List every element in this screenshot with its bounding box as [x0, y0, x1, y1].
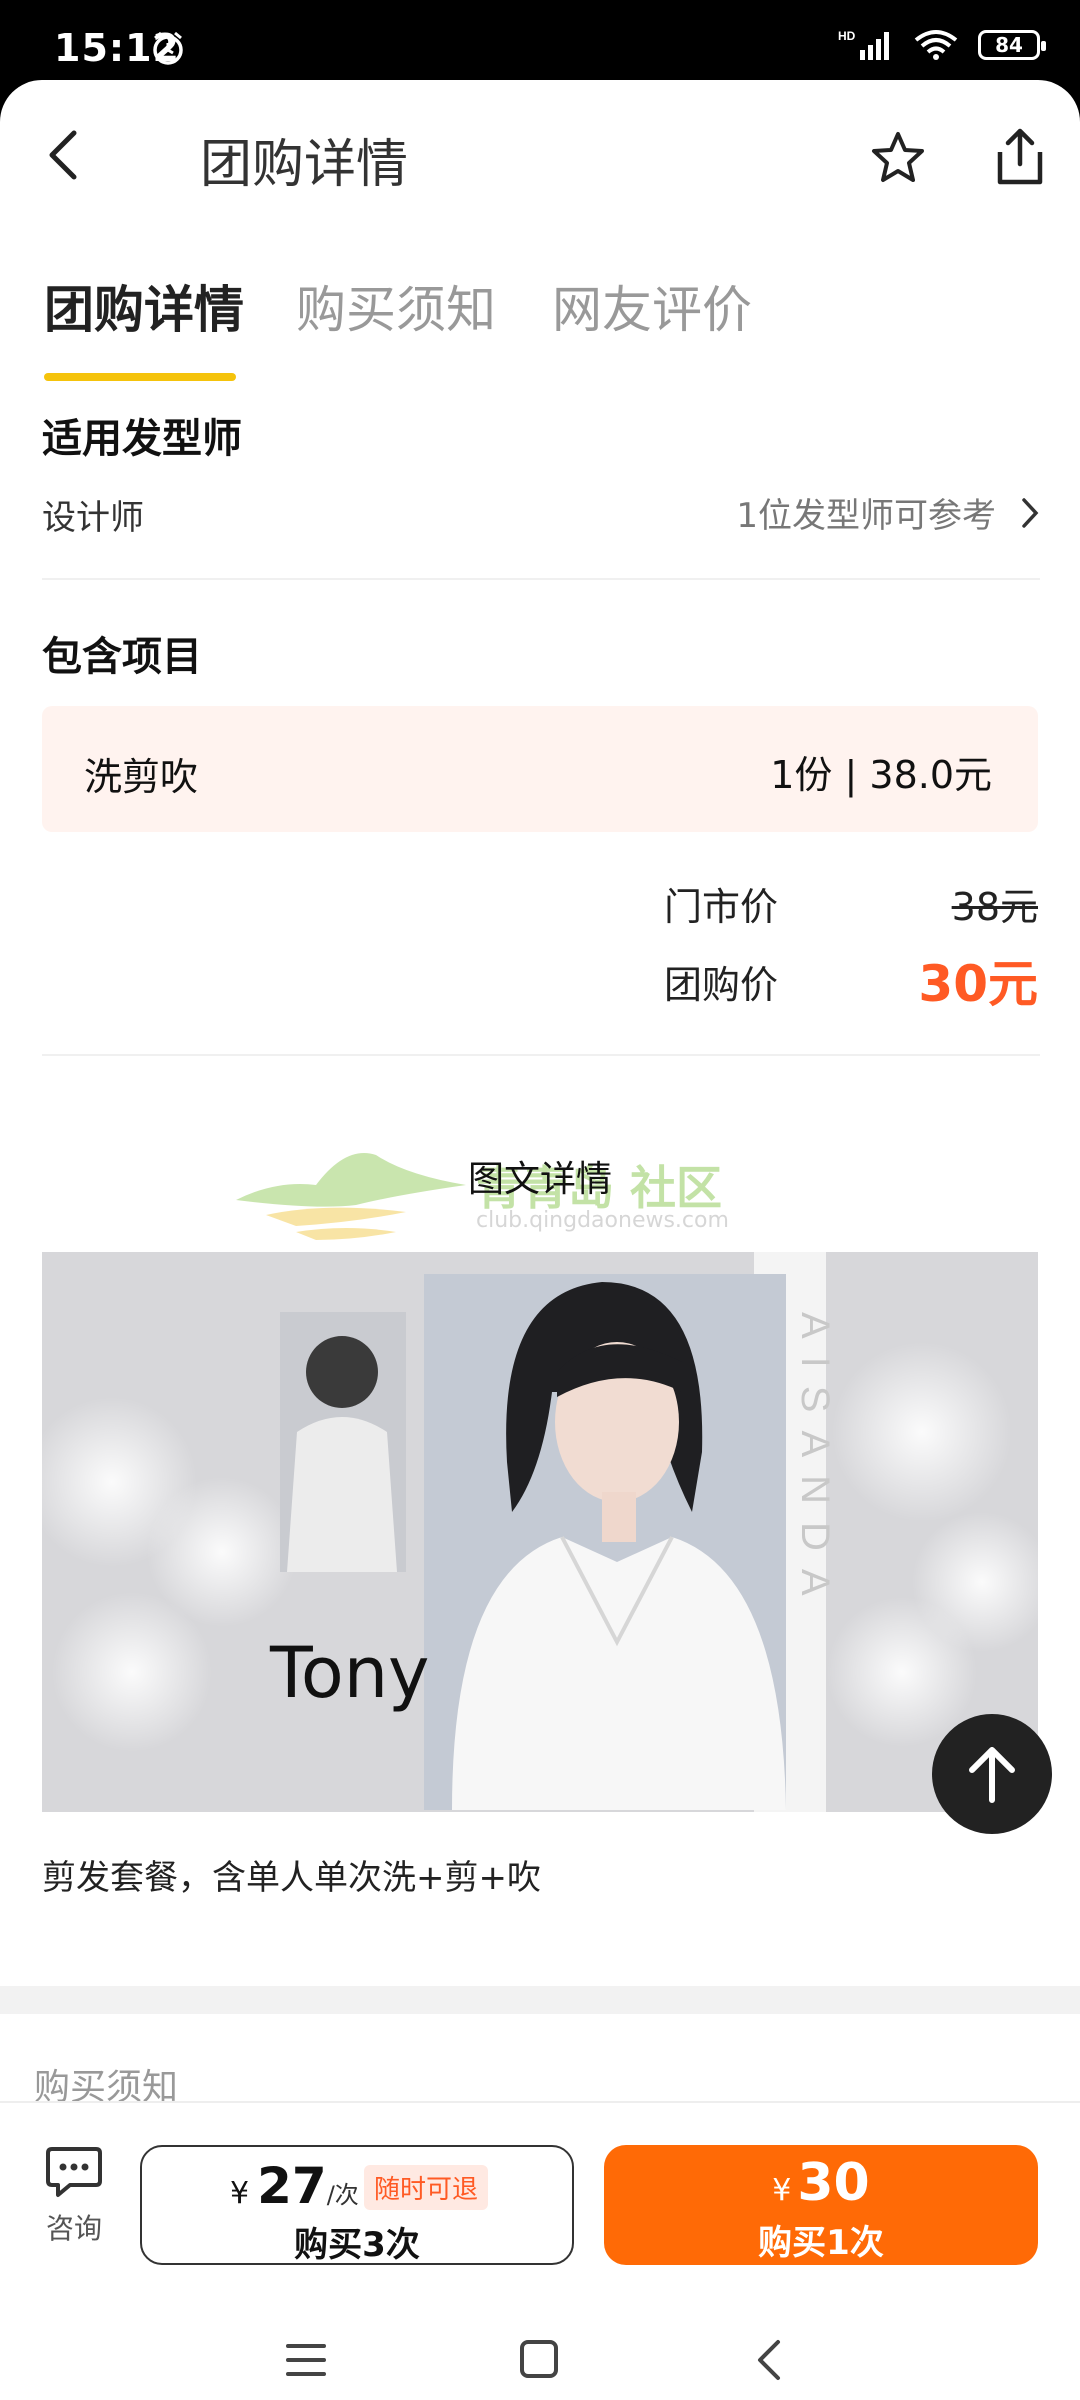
group-price: 30元: [918, 955, 1038, 1013]
favorite-star-icon[interactable]: [868, 128, 928, 188]
stylist-link[interactable]: 1位发型师可参考: [736, 488, 1040, 537]
section-separator: [0, 1986, 1080, 2014]
scroll-to-top-button[interactable]: [932, 1714, 1052, 1834]
back-nav-icon[interactable]: [754, 2338, 784, 2382]
tab-group-details[interactable]: 团购详情: [44, 270, 244, 342]
chat-icon: [46, 2147, 102, 2197]
item-name: 洗剪吹: [84, 755, 199, 799]
buy-3-price: ¥27/次: [230, 2157, 359, 2215]
details-title: 图文详情: [467, 1159, 612, 1200]
price-unit: /次: [326, 2181, 359, 2209]
buy-1-price: ¥30: [604, 2153, 1038, 2213]
menu-icon[interactable]: [284, 2340, 328, 2380]
chevron-right-icon: [1022, 497, 1039, 528]
alarm-icon: [153, 31, 183, 65]
currency-symbol: ¥: [772, 2173, 792, 2208]
stylist-count: 1位发型师可参考: [736, 496, 996, 536]
image-name-text: Tony: [270, 1632, 430, 1714]
stylist-label: 设计师: [42, 498, 144, 538]
buy-1-time-button[interactable]: ¥30 购买1次: [604, 2145, 1038, 2265]
store-price: 38元: [951, 885, 1038, 929]
item-quantity-price: 1份 | 38.0元: [770, 753, 992, 797]
divider: [42, 1054, 1040, 1056]
home-icon[interactable]: [518, 2338, 560, 2380]
tab-purchase-notice[interactable]: 购买须知: [296, 270, 496, 342]
system-navigation-bar: [0, 2314, 1080, 2400]
store-price-label: 门市价: [664, 885, 779, 929]
tab-bar: 团购详情 购买须知 网友评价: [0, 270, 1080, 360]
included-item: 洗剪吹 1份 | 38.0元: [42, 706, 1038, 832]
svg-text:HD: HD: [838, 29, 856, 43]
page-title: 团购详情: [200, 135, 409, 195]
consult-label: 咨询: [45, 2212, 102, 2245]
svg-text:AISANDA: AISANDA: [793, 1312, 837, 1614]
buy-3-label: 购买3次: [294, 2225, 420, 2265]
signal-icon: HD: [838, 29, 889, 60]
battery-icon: 84: [978, 30, 1046, 60]
header: 团购详情: [0, 80, 1080, 230]
currency-symbol: ¥: [230, 2176, 250, 2211]
consult-button[interactable]: 咨询: [42, 2143, 106, 2245]
buy-3-price-value: 27: [257, 2157, 327, 2215]
bottom-action-bar: 咨询 ¥27/次 随时可退 购买3次 ¥30 购买1次: [0, 2101, 1080, 2293]
divider: [42, 578, 1040, 580]
tab-reviews[interactable]: 网友评价: [552, 270, 752, 342]
battery-level: 84: [995, 33, 1023, 57]
package-description: 剪发套餐，含单人单次洗+剪+吹: [42, 1858, 541, 1898]
page: 团购详情 团购详情 购买须知 网友评价 适用发型师 设计师 1位发型师可参考 包…: [0, 80, 1080, 2400]
group-price-label: 团购价: [664, 963, 779, 1007]
included-section-title: 包含项目: [42, 634, 202, 680]
back-icon[interactable]: [40, 125, 90, 185]
buy-3-times-button[interactable]: ¥27/次 随时可退 购买3次: [140, 2145, 574, 2265]
product-image: AISANDA Tony: [42, 1252, 1038, 1812]
wifi-icon: [914, 30, 958, 60]
stylist-section-title: 适用发型师: [42, 416, 242, 462]
watermark-url: club.qingdaonews.com: [476, 1208, 729, 1233]
buy-1-price-value: 30: [797, 2153, 870, 2213]
stylist-photo-illustration: AISANDA: [42, 1252, 1038, 1812]
refund-badge: 随时可退: [364, 2165, 489, 2210]
arrow-up-icon: [969, 1747, 1015, 1803]
status-bar: 15:12 HD 84: [0, 0, 1080, 92]
share-icon[interactable]: [990, 126, 1050, 188]
buy-1-label: 购买1次: [758, 2223, 884, 2263]
active-tab-indicator: [44, 373, 236, 381]
